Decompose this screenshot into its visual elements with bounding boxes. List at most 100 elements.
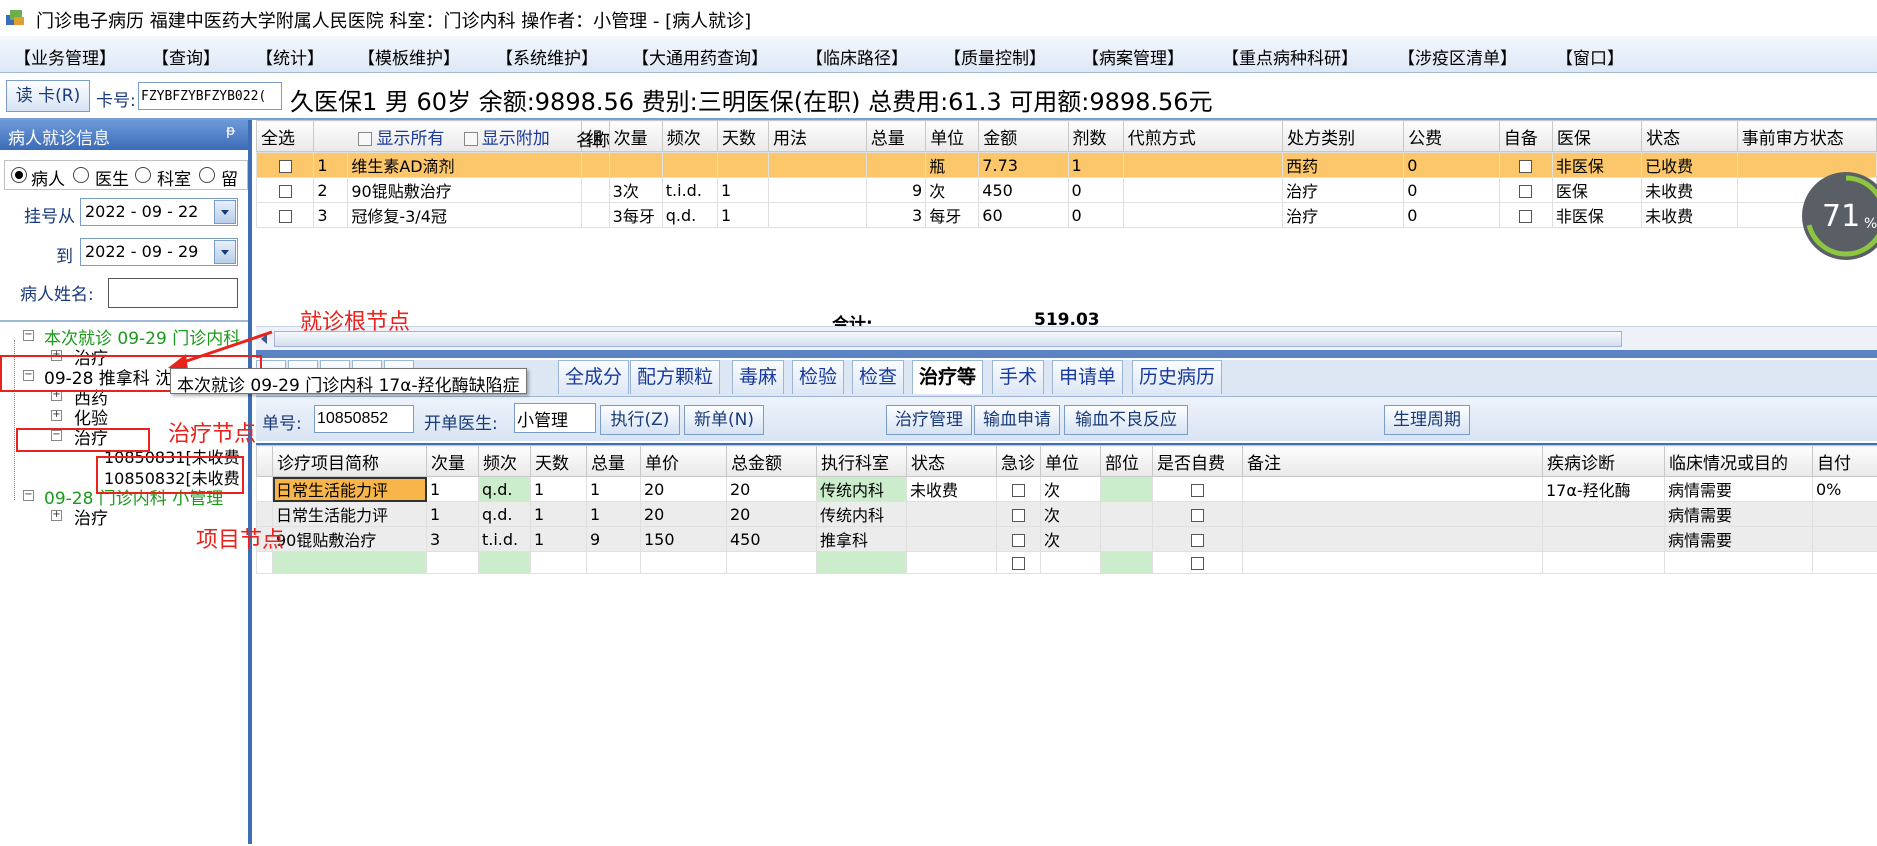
tab-full-component[interactable]: 全成分 xyxy=(558,360,629,394)
menu-system[interactable]: 【系统维护】 xyxy=(496,44,598,69)
table-row[interactable]: 90锟贴敷治疗 3 t.i.d. 1 9 150 450 推拿科 次 病情需要 xyxy=(257,527,1877,552)
menu-query[interactable]: 【查询】 xyxy=(152,44,220,69)
cell-purpose[interactable]: 病情需要 xyxy=(1665,527,1813,552)
order-number-input[interactable] xyxy=(314,405,414,433)
row-checkbox[interactable] xyxy=(279,160,292,173)
menu-business[interactable]: 【业务管理】 xyxy=(14,44,116,69)
cell-site[interactable] xyxy=(1101,527,1153,552)
tree-collapse-icon[interactable]: − xyxy=(23,490,34,501)
transfusion-adverse-button[interactable]: 输血不良反应 xyxy=(1064,405,1188,435)
physiological-cycle-button[interactable]: 生理周期 xyxy=(1384,405,1470,435)
menu-quality[interactable]: 【质量控制】 xyxy=(944,44,1046,69)
cell-purpose[interactable]: 病情需要 xyxy=(1665,502,1813,527)
table-row[interactable]: 3 冠修复-3/4冠 3每牙 q.d. 1 3 每牙 60 0 治疗 0 非医保… xyxy=(257,203,1877,228)
selfpay-checkbox[interactable] xyxy=(1191,509,1204,522)
patient-name-input[interactable] xyxy=(108,278,238,308)
cell-days[interactable]: 1 xyxy=(531,477,587,502)
emergency-checkbox[interactable] xyxy=(1012,509,1025,522)
cell-dept[interactable]: 传统内科 xyxy=(817,477,907,502)
self-checkbox[interactable] xyxy=(1519,185,1532,198)
cell-remark[interactable] xyxy=(1243,527,1543,552)
emergency-checkbox[interactable] xyxy=(1012,534,1025,547)
cell-diagnosis[interactable] xyxy=(1543,527,1665,552)
menu-drug-query[interactable]: 【大通用药查询】 xyxy=(632,44,768,69)
tab-lab[interactable]: 检验 xyxy=(792,360,844,394)
menu-clinical-path[interactable]: 【临床路径】 xyxy=(806,44,908,69)
tab-surgery[interactable]: 手术 xyxy=(992,360,1044,394)
table-row-empty[interactable] xyxy=(257,552,1877,574)
tree-collapse-icon[interactable]: − xyxy=(23,330,34,341)
tab-exam[interactable]: 检查 xyxy=(852,360,904,394)
menu-records[interactable]: 【病案管理】 xyxy=(1082,44,1184,69)
scroll-thumb[interactable] xyxy=(274,331,1622,347)
tab-granules[interactable]: 配方颗粒 xyxy=(630,360,720,394)
emergency-checkbox[interactable] xyxy=(1012,484,1025,497)
table-row[interactable]: 1 维生素AD滴剂 瓶 7.73 1 西药 0 非医保 已收费 xyxy=(257,153,1877,178)
doctor-input[interactable] xyxy=(514,403,596,433)
show-extra-checkbox[interactable] xyxy=(464,132,478,146)
cell-item-name[interactable]: 90锟贴敷治疗 xyxy=(273,527,427,552)
cell-total[interactable]: 9 xyxy=(587,527,641,552)
emergency-checkbox[interactable] xyxy=(1012,557,1025,570)
radio-department[interactable] xyxy=(135,167,151,183)
cell-item-name[interactable] xyxy=(273,552,427,574)
transfusion-request-button[interactable]: 输血申请 xyxy=(974,405,1060,435)
cell-total[interactable]: 1 xyxy=(587,502,641,527)
cell-freq[interactable]: q.d. xyxy=(479,477,531,502)
show-all-checkbox[interactable] xyxy=(358,132,372,146)
tree-expand-icon[interactable]: + xyxy=(51,410,62,421)
tab-narcotics[interactable]: 毒麻 xyxy=(732,360,784,394)
execute-button[interactable]: 执行(Z) xyxy=(600,405,680,435)
table-row[interactable]: 日常生活能力评 1 q.d. 1 1 20 20 传统内科 未收费 次 17α-… xyxy=(257,477,1877,502)
cell-total[interactable]: 1 xyxy=(587,477,641,502)
cell-diagnosis[interactable] xyxy=(1543,502,1665,527)
menu-window[interactable]: 【窗口】 xyxy=(1556,44,1624,69)
cell-freq[interactable]: q.d. xyxy=(479,502,531,527)
date-to-picker[interactable]: 2022 - 09 - 29 xyxy=(80,238,238,266)
pin-icon[interactable]: ᵽ xyxy=(226,123,235,139)
cell-days[interactable]: 1 xyxy=(531,527,587,552)
cell-dose[interactable]: 1 xyxy=(427,502,479,527)
cell-dose[interactable]: 1 xyxy=(427,477,479,502)
cell-remark[interactable] xyxy=(1243,477,1543,502)
read-card-button[interactable]: 读 卡(R) xyxy=(6,80,90,112)
date-from-dropdown[interactable] xyxy=(214,200,236,224)
radio-stay[interactable] xyxy=(199,167,215,183)
tree-0928-treatment[interactable]: 治疗 xyxy=(74,504,108,529)
radio-doctor[interactable] xyxy=(73,167,89,183)
cell-purpose[interactable]: 病情需要 xyxy=(1665,477,1813,502)
row-checkbox[interactable] xyxy=(279,185,292,198)
cell-dept[interactable]: 传统内科 xyxy=(817,502,907,527)
cell-dept[interactable]: 推拿科 xyxy=(817,527,907,552)
col-select-all[interactable]: 全选 xyxy=(257,121,314,152)
tab-application[interactable]: 申请单 xyxy=(1052,360,1123,394)
splitter[interactable] xyxy=(256,350,1877,358)
date-to-dropdown[interactable] xyxy=(214,240,236,264)
cell-item-name[interactable]: 日常生活能力评 xyxy=(273,502,427,527)
cell-item-name[interactable]: 日常生活能力评 xyxy=(273,477,427,502)
menu-template[interactable]: 【模板维护】 xyxy=(358,44,460,69)
table-row[interactable]: 日常生活能力评 1 q.d. 1 1 20 20 传统内科 次 病情需要 xyxy=(257,502,1877,527)
new-order-button[interactable]: 新单(N) xyxy=(684,405,764,435)
horizontal-scrollbar[interactable] xyxy=(256,326,1877,351)
cell-site[interactable] xyxy=(1101,477,1153,502)
row-checkbox[interactable] xyxy=(279,210,292,223)
cell-days[interactable]: 1 xyxy=(531,502,587,527)
cell-diagnosis[interactable]: 17α-羟化酶 xyxy=(1543,477,1665,502)
selfpay-checkbox[interactable] xyxy=(1191,484,1204,497)
cell-site[interactable] xyxy=(1101,502,1153,527)
tab-history[interactable]: 历史病历 xyxy=(1132,360,1222,394)
self-checkbox[interactable] xyxy=(1519,160,1532,173)
cell-freq[interactable]: t.i.d. xyxy=(479,527,531,552)
table-row[interactable]: 2 90锟贴敷治疗 3次 t.i.d. 1 9 次 450 0 治疗 0 医保 … xyxy=(257,178,1877,203)
cell-dose[interactable]: 3 xyxy=(427,527,479,552)
menu-research[interactable]: 【重点病种科研】 xyxy=(1222,44,1358,69)
cell-remark[interactable] xyxy=(1243,502,1543,527)
card-number-input[interactable] xyxy=(138,82,282,110)
treatment-management-button[interactable]: 治疗管理 xyxy=(886,405,972,435)
self-checkbox[interactable] xyxy=(1519,210,1532,223)
menu-epidemic[interactable]: 【涉疫区清单】 xyxy=(1398,44,1517,69)
selfpay-checkbox[interactable] xyxy=(1191,534,1204,547)
tab-treatment[interactable]: 治疗等 xyxy=(912,360,983,394)
date-from-picker[interactable]: 2022 - 09 - 22 xyxy=(80,198,238,226)
